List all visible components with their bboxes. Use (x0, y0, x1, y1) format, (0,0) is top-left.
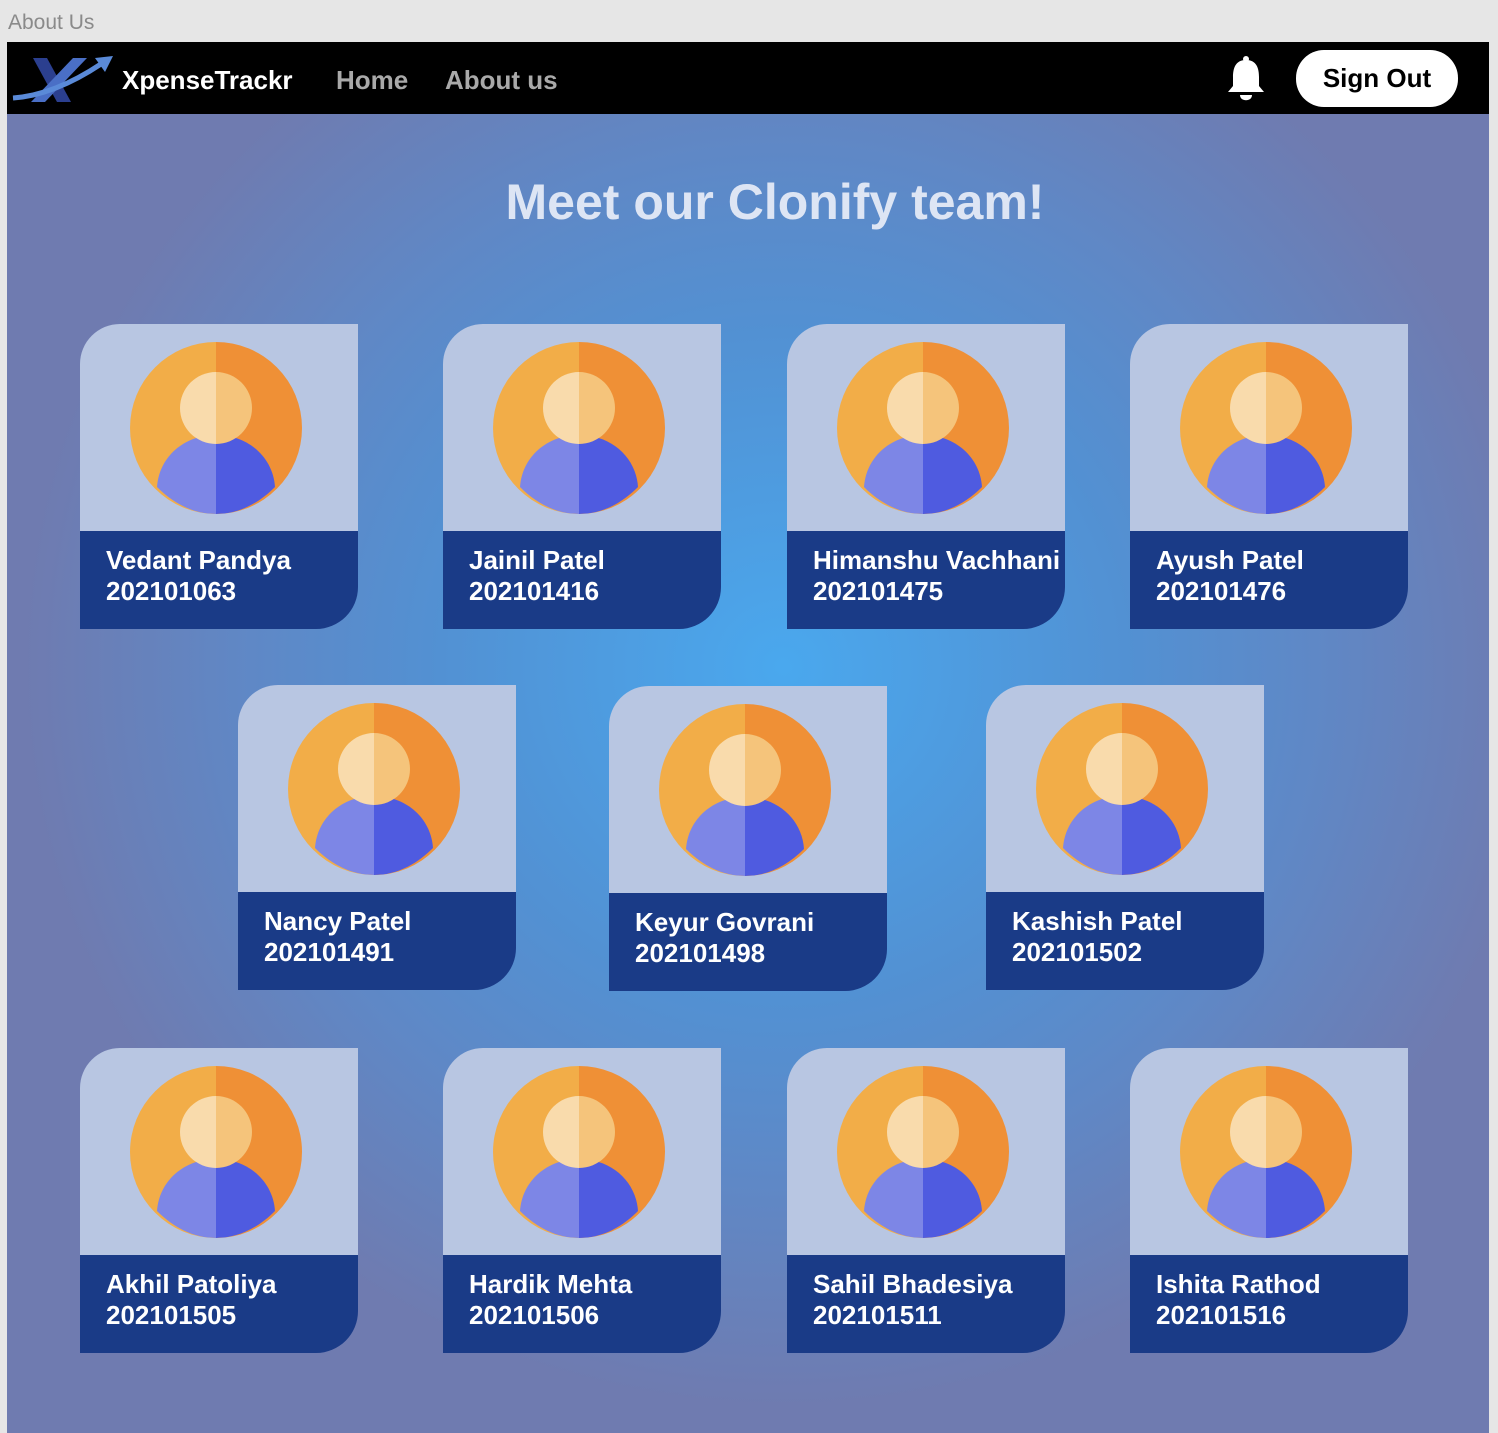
card-photo-area (986, 685, 1264, 892)
team-member-card[interactable]: Ayush Patel 202101476 (1130, 324, 1408, 629)
user-avatar-icon (493, 342, 665, 514)
card-info: Nancy Patel 202101491 (238, 892, 516, 990)
member-id: 202101511 (813, 1300, 942, 1330)
card-photo-area (1130, 324, 1408, 531)
team-member-card[interactable]: Akhil Patoliya 202101505 (80, 1048, 358, 1353)
member-name: Nancy Patel (264, 906, 412, 936)
card-info: Kashish Patel 202101502 (986, 892, 1264, 990)
member-name: Ayush Patel (1156, 545, 1304, 575)
card-photo-area (443, 324, 721, 531)
user-avatar-icon (493, 1066, 665, 1238)
xpensetrackr-logo-icon[interactable] (11, 52, 115, 108)
member-name: Ishita Rathod (1156, 1269, 1321, 1299)
member-id: 202101416 (469, 576, 600, 606)
team-member-card[interactable]: Hardik Mehta 202101506 (443, 1048, 721, 1353)
card-photo-area (1130, 1048, 1408, 1255)
window-title: About Us (8, 11, 95, 34)
card-photo-area (609, 686, 887, 893)
member-name: Kashish Patel (1012, 906, 1183, 936)
member-name: Hardik Mehta (469, 1269, 633, 1299)
member-id: 202101476 (1156, 576, 1287, 606)
user-avatar-icon (659, 704, 831, 876)
member-id: 202101063 (106, 576, 237, 606)
member-name: Keyur Govrani (635, 907, 815, 937)
card-photo-area (787, 1048, 1065, 1255)
page-frame: XpenseTrackr Home About us Sign Out Meet… (7, 42, 1489, 1433)
card-info: Jainil Patel 202101416 (443, 531, 721, 629)
member-name: Himanshu Vachhani (813, 545, 1061, 575)
member-id: 202101506 (469, 1300, 600, 1330)
card-info: Himanshu Vachhani 202101475 (787, 531, 1065, 629)
member-name: Jainil Patel (469, 545, 605, 575)
card-info: Sahil Bhadesiya 202101511 (787, 1255, 1065, 1353)
card-photo-area (80, 1048, 358, 1255)
team-member-card[interactable]: Jainil Patel 202101416 (443, 324, 721, 629)
user-avatar-icon (1180, 342, 1352, 514)
page-title: Meet our Clonify team! (505, 174, 1045, 230)
card-photo-area (443, 1048, 721, 1255)
member-id: 202101498 (635, 938, 766, 968)
team-member-card[interactable]: Vedant Pandya 202101063 (80, 324, 358, 629)
navbar: XpenseTrackr Home About us Sign Out (7, 42, 1489, 114)
card-info: Keyur Govrani 202101498 (609, 893, 887, 991)
user-avatar-icon (1036, 703, 1208, 875)
bell-icon[interactable] (1226, 55, 1266, 103)
card-info: Hardik Mehta 202101506 (443, 1255, 721, 1353)
card-photo-area (80, 324, 358, 531)
brand-name[interactable]: XpenseTrackr (122, 64, 293, 96)
member-name: Akhil Patoliya (106, 1269, 277, 1299)
team-member-card[interactable]: Ishita Rathod 202101516 (1130, 1048, 1408, 1353)
user-avatar-icon (288, 703, 460, 875)
card-photo-area (238, 685, 516, 892)
team-member-card[interactable]: Himanshu Vachhani 202101475 (787, 324, 1065, 629)
member-id: 202101502 (1012, 937, 1143, 967)
card-info: Vedant Pandya 202101063 (80, 531, 358, 629)
user-avatar-icon (130, 1066, 302, 1238)
member-name: Sahil Bhadesiya (813, 1269, 1013, 1299)
nav-about-link[interactable]: About us (445, 64, 558, 96)
member-id: 202101505 (106, 1300, 237, 1330)
user-avatar-icon (1180, 1066, 1352, 1238)
card-photo-area (787, 324, 1065, 531)
user-avatar-icon (837, 342, 1009, 514)
team-member-card[interactable]: Keyur Govrani 202101498 (609, 686, 887, 991)
team-member-card[interactable]: Nancy Patel 202101491 (238, 685, 516, 990)
card-info: Ishita Rathod 202101516 (1130, 1255, 1408, 1353)
member-id: 202101491 (264, 937, 395, 967)
member-name: Vedant Pandya (106, 545, 291, 575)
member-id: 202101516 (1156, 1300, 1287, 1330)
nav-home-link[interactable]: Home (336, 64, 408, 96)
user-avatar-icon (130, 342, 302, 514)
team-member-card[interactable]: Sahil Bhadesiya 202101511 (787, 1048, 1065, 1353)
card-info: Akhil Patoliya 202101505 (80, 1255, 358, 1353)
card-info: Ayush Patel 202101476 (1130, 531, 1408, 629)
sign-out-button[interactable]: Sign Out (1296, 50, 1458, 107)
member-id: 202101475 (813, 576, 944, 606)
user-avatar-icon (837, 1066, 1009, 1238)
team-member-card[interactable]: Kashish Patel 202101502 (986, 685, 1264, 990)
